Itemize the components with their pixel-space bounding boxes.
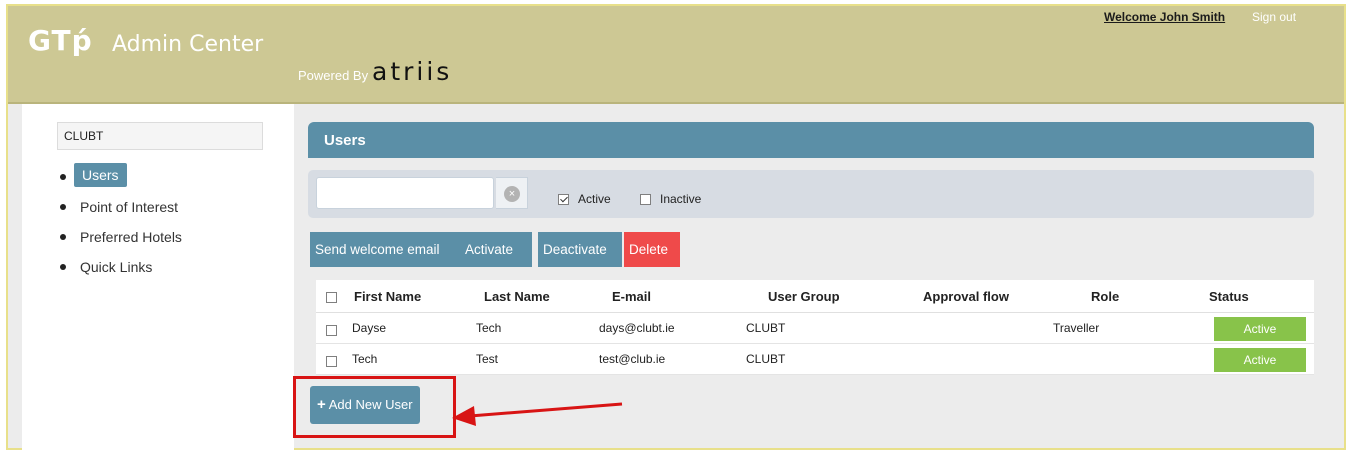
last-name-cell: Test (476, 352, 499, 366)
sidebar-item-label: Point of Interest (80, 199, 179, 215)
table-row[interactable]: Tech Test test@club.ie CLUBT Active (316, 344, 1314, 375)
add-new-user-button[interactable]: + Add New User (310, 386, 420, 424)
plus-icon: + (317, 396, 326, 413)
inactive-filter-label: Inactive (660, 192, 702, 206)
last-name-cell: Tech (476, 321, 502, 335)
row-checkbox[interactable] (326, 356, 337, 367)
inactive-filter-checkbox[interactable] (640, 194, 651, 205)
table-row[interactable]: Dayse Tech days@clubt.ie CLUBT Traveller… (316, 313, 1314, 344)
first-name-cell: Tech (352, 352, 378, 366)
active-filter-checkbox[interactable] (558, 194, 569, 205)
sign-out-link[interactable]: Sign out (1252, 10, 1296, 24)
sidebar-item-label: Users (74, 163, 127, 187)
app-window: GTṕ Admin Center Powered By atriis Welco… (6, 4, 1346, 450)
column-header-approval-flow[interactable]: Approval flow (923, 289, 1009, 304)
filter-bar: × Active Inactive (308, 170, 1314, 218)
users-table: First Name Last Name E-mail User Group A… (316, 280, 1314, 375)
column-header-user-group[interactable]: User Group (768, 289, 840, 304)
sidebar: CLUBT Users Point of Interest Preferred … (22, 104, 294, 450)
section-title: Users (324, 132, 366, 149)
user-group-cell: CLUBT (746, 321, 786, 335)
column-header-last-name[interactable]: Last Name (484, 289, 550, 304)
table-header: First Name Last Name E-mail User Group A… (316, 280, 1314, 313)
active-filter-label: Active (578, 192, 611, 206)
column-header-first-name[interactable]: First Name (354, 289, 421, 304)
users-section-header: Users (308, 122, 1314, 158)
bullet-icon (60, 234, 66, 240)
user-group-cell: CLUBT (746, 352, 786, 366)
column-header-email[interactable]: E-mail (612, 289, 651, 304)
delete-button[interactable]: Delete (624, 232, 680, 267)
role-cell: Traveller (1053, 321, 1100, 335)
bullet-icon (60, 204, 66, 210)
status-badge[interactable]: Active (1214, 317, 1306, 341)
clear-search-button[interactable]: × (496, 177, 528, 209)
column-header-role[interactable]: Role (1091, 289, 1119, 304)
clear-icon: × (504, 186, 520, 202)
search-input[interactable] (316, 177, 494, 209)
bullet-icon (60, 264, 66, 270)
select-all-checkbox[interactable] (326, 292, 337, 303)
status-badge[interactable]: Active (1214, 348, 1306, 372)
add-new-user-label: Add New User (328, 397, 413, 412)
first-name-cell: Dayse (352, 321, 387, 335)
app-title: Admin Center (112, 32, 264, 57)
atriis-logo: atriis (372, 57, 453, 86)
welcome-user-link[interactable]: Welcome John Smith (1104, 10, 1225, 24)
column-header-status[interactable]: Status (1209, 289, 1249, 304)
annotation-arrow-icon (452, 402, 623, 426)
row-checkbox[interactable] (326, 325, 337, 336)
send-welcome-email-button[interactable]: Send welcome email (310, 232, 466, 267)
powered-by-label: Powered By (298, 68, 369, 83)
deactivate-button[interactable]: Deactivate (538, 232, 622, 267)
gtp-logo: GTṕ (28, 24, 93, 57)
sidebar-item-label: Quick Links (80, 259, 153, 275)
email-cell: days@clubt.ie (599, 321, 675, 335)
sidebar-item-label: Preferred Hotels (80, 229, 182, 245)
page-header: GTṕ Admin Center Powered By atriis Welco… (8, 6, 1344, 104)
client-selector[interactable]: CLUBT (57, 122, 263, 150)
email-cell: test@club.ie (599, 352, 666, 366)
bullet-icon (60, 174, 66, 180)
activate-button[interactable]: Activate (460, 232, 532, 267)
